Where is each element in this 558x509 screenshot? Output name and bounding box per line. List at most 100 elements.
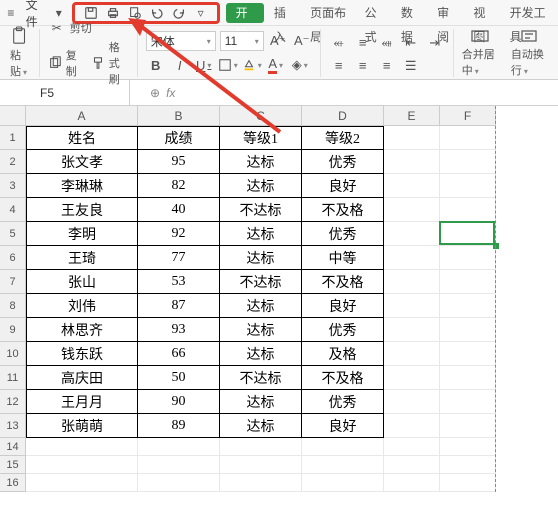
phonetic-guide-button[interactable]: ◈ [290, 56, 310, 74]
cell[interactable]: 40 [138, 198, 220, 222]
cell[interactable]: 达标 [220, 174, 302, 198]
merge-center-button[interactable]: 合并居中 [462, 46, 499, 78]
tab-data[interactable]: 数据 [393, 1, 427, 25]
underline-button[interactable]: U [194, 56, 214, 74]
print-icon[interactable] [105, 5, 121, 21]
cell[interactable]: 成绩 [138, 126, 220, 150]
col-header[interactable]: C [220, 106, 302, 126]
row-header[interactable]: 10 [0, 342, 26, 366]
cell[interactable]: 82 [138, 174, 220, 198]
cell[interactable]: 等级2 [302, 126, 384, 150]
tab-home[interactable]: 开始 [226, 3, 264, 23]
decrease-font-icon[interactable]: A⁻ [292, 32, 312, 50]
cell[interactable]: 达标 [220, 318, 302, 342]
cell[interactable]: 达标 [220, 390, 302, 414]
distribute-icon[interactable]: ☰ [401, 57, 421, 75]
align-top-icon[interactable]: ⬴ [329, 34, 349, 52]
cell[interactable] [440, 366, 496, 390]
row-header[interactable]: 6 [0, 246, 26, 270]
cell[interactable] [26, 438, 138, 456]
cell[interactable]: 等级1 [220, 126, 302, 150]
increase-indent-icon[interactable]: ⇥ [425, 34, 445, 52]
cell[interactable] [440, 126, 496, 150]
cell[interactable] [440, 474, 496, 492]
cell[interactable]: 及格 [302, 342, 384, 366]
cell[interactable] [384, 246, 440, 270]
cell[interactable]: 达标 [220, 294, 302, 318]
tab-page-layout[interactable]: 页面布局 [302, 1, 354, 25]
cell[interactable] [384, 198, 440, 222]
cell[interactable] [384, 456, 440, 474]
tab-review[interactable]: 审阅 [429, 1, 463, 25]
font-name-select[interactable]: 宋体▾ [146, 31, 216, 51]
cell[interactable]: 良好 [302, 174, 384, 198]
row-header[interactable]: 9 [0, 318, 26, 342]
row-header[interactable]: 4 [0, 198, 26, 222]
row-header[interactable]: 7 [0, 270, 26, 294]
cell[interactable] [220, 456, 302, 474]
cell[interactable] [384, 474, 440, 492]
clipboard-icon[interactable] [11, 27, 29, 45]
cell[interactable] [384, 390, 440, 414]
wrap-text-button[interactable]: 自动换行 [511, 46, 548, 78]
copy-button[interactable]: 复制 [48, 47, 81, 79]
cell[interactable] [440, 414, 496, 438]
italic-button[interactable]: I [170, 56, 190, 74]
row-header[interactable]: 16 [0, 474, 26, 492]
cell[interactable] [384, 318, 440, 342]
align-center-icon[interactable]: ≡ [353, 57, 373, 75]
col-header[interactable]: B [138, 106, 220, 126]
cell[interactable]: 林思齐 [26, 318, 138, 342]
font-size-select[interactable]: 11▾ [220, 31, 264, 51]
cell[interactable] [440, 456, 496, 474]
cell[interactable]: 达标 [220, 222, 302, 246]
row-header[interactable]: 15 [0, 456, 26, 474]
row-header[interactable]: 2 [0, 150, 26, 174]
cut-button[interactable]: ✂剪切 [48, 19, 92, 37]
row-header[interactable]: 13 [0, 414, 26, 438]
col-header[interactable]: E [384, 106, 440, 126]
row-header[interactable]: 8 [0, 294, 26, 318]
cell[interactable]: 张萌萌 [26, 414, 138, 438]
row-header[interactable]: 14 [0, 438, 26, 456]
cell[interactable]: 达标 [220, 342, 302, 366]
font-color-button[interactable]: A [266, 56, 286, 74]
cell[interactable]: 达标 [220, 150, 302, 174]
tab-insert[interactable]: 插入 [266, 1, 300, 25]
cell[interactable]: 优秀 [302, 390, 384, 414]
cell[interactable] [440, 390, 496, 414]
cell[interactable]: 95 [138, 150, 220, 174]
cell[interactable] [440, 342, 496, 366]
merge-cells-icon[interactable] [471, 28, 489, 44]
cell[interactable] [440, 222, 496, 246]
col-header[interactable]: F [440, 106, 496, 126]
cell[interactable] [440, 150, 496, 174]
cell[interactable]: 66 [138, 342, 220, 366]
cell[interactable]: 89 [138, 414, 220, 438]
cell[interactable]: 53 [138, 270, 220, 294]
cell[interactable] [138, 438, 220, 456]
row-header[interactable]: 1 [0, 126, 26, 150]
cell[interactable]: 张山 [26, 270, 138, 294]
cell[interactable] [384, 438, 440, 456]
tab-view[interactable]: 视图 [465, 1, 499, 25]
cell[interactable] [138, 456, 220, 474]
col-header[interactable]: D [302, 106, 384, 126]
cell[interactable]: 钱东跃 [26, 342, 138, 366]
cell[interactable]: 王友良 [26, 198, 138, 222]
cell[interactable]: 不及格 [302, 270, 384, 294]
cell[interactable]: 良好 [302, 414, 384, 438]
cell[interactable]: 90 [138, 390, 220, 414]
tab-formula[interactable]: 公式 [357, 1, 391, 25]
cell[interactable] [384, 126, 440, 150]
fx-area[interactable]: ⊕ fx [130, 86, 175, 100]
cell[interactable]: 达标 [220, 246, 302, 270]
cell[interactable]: 中等 [302, 246, 384, 270]
cell[interactable] [440, 270, 496, 294]
menu-icon[interactable]: ≡ [4, 4, 18, 22]
cell[interactable] [220, 474, 302, 492]
cell[interactable]: 不达标 [220, 198, 302, 222]
cell[interactable]: 不达标 [220, 366, 302, 390]
cell[interactable]: 87 [138, 294, 220, 318]
cell[interactable] [384, 174, 440, 198]
